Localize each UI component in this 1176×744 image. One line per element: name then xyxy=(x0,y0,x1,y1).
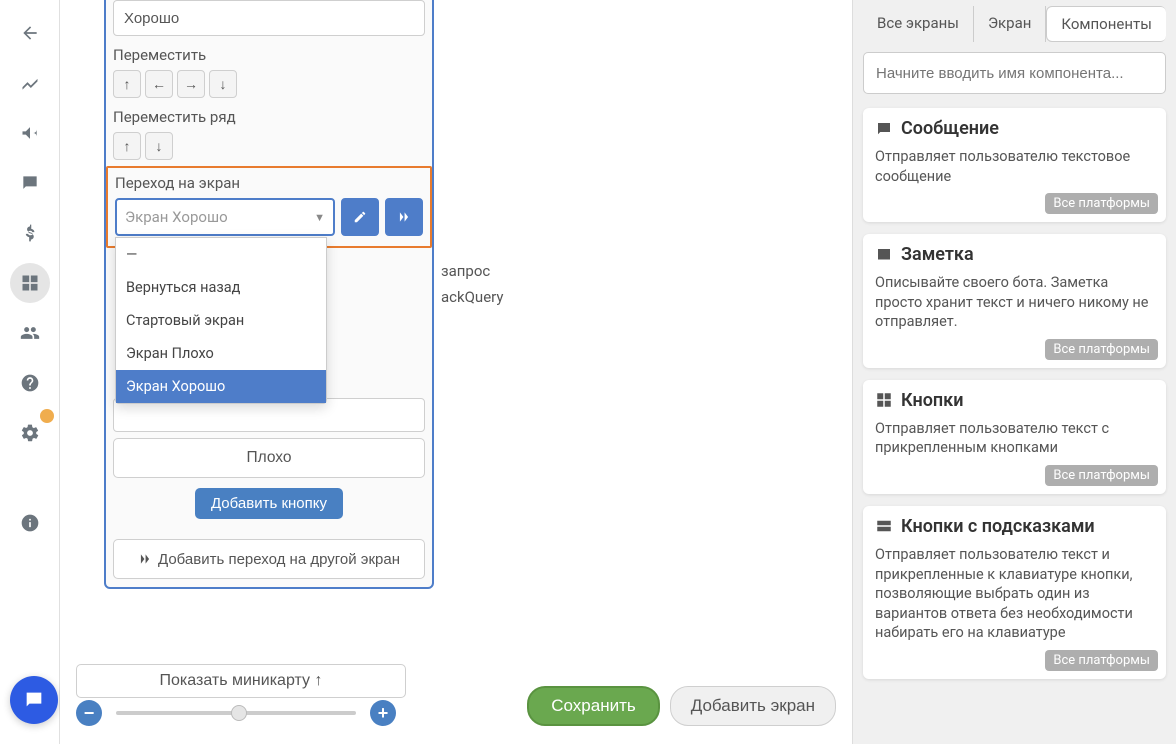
nav-info-icon[interactable] xyxy=(10,503,50,543)
component-desc: Описывайте своего бота. Заметка просто х… xyxy=(875,273,1154,332)
move-label: Переместить xyxy=(113,46,425,64)
save-button[interactable]: Сохранить xyxy=(527,686,659,726)
component-desc: Отправляет пользователю текст с прикрепл… xyxy=(875,419,1154,458)
chat-fab[interactable] xyxy=(10,676,58,724)
bottom-bar: Показать миникарту ↑ − + Сохранить Добав… xyxy=(60,660,852,744)
tab-row: Все экраны Экран Компоненты xyxy=(863,6,1166,42)
nav-editor-icon[interactable] xyxy=(10,263,50,303)
component-desc: Отправляет пользователю текст и прикрепл… xyxy=(875,545,1154,643)
move-left-button[interactable]: ← xyxy=(145,70,173,98)
component-keyboard-buttons[interactable]: Кнопки с подсказками Отправляет пользова… xyxy=(863,506,1166,679)
move-row-down-button[interactable]: ↓ xyxy=(145,132,173,160)
notification-dot xyxy=(40,409,54,423)
add-screen-button[interactable]: Добавить экран xyxy=(670,686,836,726)
add-transition-label: Добавить переход на другой экран xyxy=(158,551,400,568)
nav-megaphone-icon[interactable] xyxy=(10,113,50,153)
dropdown-option-3[interactable]: Экран Плохо xyxy=(116,337,326,370)
add-button[interactable]: Добавить кнопку xyxy=(195,488,343,519)
goto-label: Переход на экран xyxy=(115,174,423,192)
add-transition-button[interactable]: Добавить переход на другой экран xyxy=(113,539,425,579)
component-buttons[interactable]: Кнопки Отправляет пользователю текст с п… xyxy=(863,380,1166,494)
platform-badge: Все платформы xyxy=(1045,193,1158,214)
minimap-toggle[interactable]: Показать миникарту ↑ xyxy=(76,664,406,698)
nav-chat-icon[interactable] xyxy=(10,163,50,203)
component-title: Кнопки с подсказками xyxy=(901,516,1095,537)
tab-screen[interactable]: Экран xyxy=(974,6,1046,42)
move-row-label: Переместить ряд xyxy=(113,108,425,126)
dropdown-option-4[interactable]: Экран Хорошо xyxy=(116,370,326,403)
component-search-input[interactable] xyxy=(863,52,1166,94)
note-icon xyxy=(875,246,893,264)
nav-users-icon[interactable] xyxy=(10,313,50,353)
buttons-icon xyxy=(875,391,893,409)
screen-select[interactable]: Экран Хорошо ▼ xyxy=(115,198,335,236)
zoom-thumb[interactable] xyxy=(231,705,247,721)
goto-screen-button[interactable] xyxy=(385,198,423,236)
message-icon xyxy=(875,120,893,138)
bad-button[interactable]: Плохо xyxy=(113,438,425,478)
screen-name-input[interactable] xyxy=(113,0,425,36)
move-right-button[interactable]: → xyxy=(177,70,205,98)
tab-components[interactable]: Компоненты xyxy=(1046,6,1166,42)
move-row-up-button[interactable]: ↑ xyxy=(113,132,141,160)
bg-text-1: запрос xyxy=(441,262,490,280)
goto-highlight: Переход на экран Экран Хорошо ▼ — Вернут… xyxy=(106,166,432,248)
screen-panel: Переместить ↑ ← → ↓ Переместить ряд ↑ ↓ … xyxy=(104,0,434,589)
zoom-in-button[interactable]: + xyxy=(370,700,396,726)
screen-select-value: Экран Хорошо xyxy=(125,208,228,226)
platform-badge: Все платформы xyxy=(1045,339,1158,360)
nav-dollar-icon[interactable] xyxy=(10,213,50,253)
keyboard-icon xyxy=(875,517,893,535)
move-up-button[interactable]: ↑ xyxy=(113,70,141,98)
dropdown-option-1[interactable]: Вернуться назад xyxy=(116,271,326,304)
screen-dropdown: — Вернуться назад Стартовый экран Экран … xyxy=(115,237,327,404)
component-title: Заметка xyxy=(901,244,974,265)
dropdown-option-2[interactable]: Стартовый экран xyxy=(116,304,326,337)
right-panel: Все экраны Экран Компоненты Сообщение От… xyxy=(852,0,1176,744)
dropdown-option-0[interactable]: — xyxy=(116,238,326,271)
left-nav xyxy=(0,0,60,744)
edit-screen-button[interactable] xyxy=(341,198,379,236)
nav-back-icon[interactable] xyxy=(10,13,50,53)
nav-help-icon[interactable] xyxy=(10,363,50,403)
platform-badge: Все платформы xyxy=(1045,650,1158,671)
component-note[interactable]: Заметка Описывайте своего бота. Заметка … xyxy=(863,234,1166,368)
component-title: Сообщение xyxy=(901,118,999,139)
nav-settings-icon[interactable] xyxy=(10,413,50,453)
component-title: Кнопки xyxy=(901,390,963,411)
canvas: Переместить ↑ ← → ↓ Переместить ряд ↑ ↓ … xyxy=(60,0,852,660)
component-desc: Отправляет пользователю текстовое сообще… xyxy=(875,147,1154,186)
zoom-out-button[interactable]: − xyxy=(76,700,102,726)
component-message[interactable]: Сообщение Отправляет пользователю тексто… xyxy=(863,108,1166,222)
tab-all-screens[interactable]: Все экраны xyxy=(863,6,974,42)
platform-badge: Все платформы xyxy=(1045,465,1158,486)
chevron-down-icon: ▼ xyxy=(314,211,325,224)
nav-chart-icon[interactable] xyxy=(10,63,50,103)
bg-text-2: ackQuery xyxy=(441,288,503,306)
move-down-button[interactable]: ↓ xyxy=(209,70,237,98)
zoom-slider[interactable] xyxy=(116,711,356,715)
